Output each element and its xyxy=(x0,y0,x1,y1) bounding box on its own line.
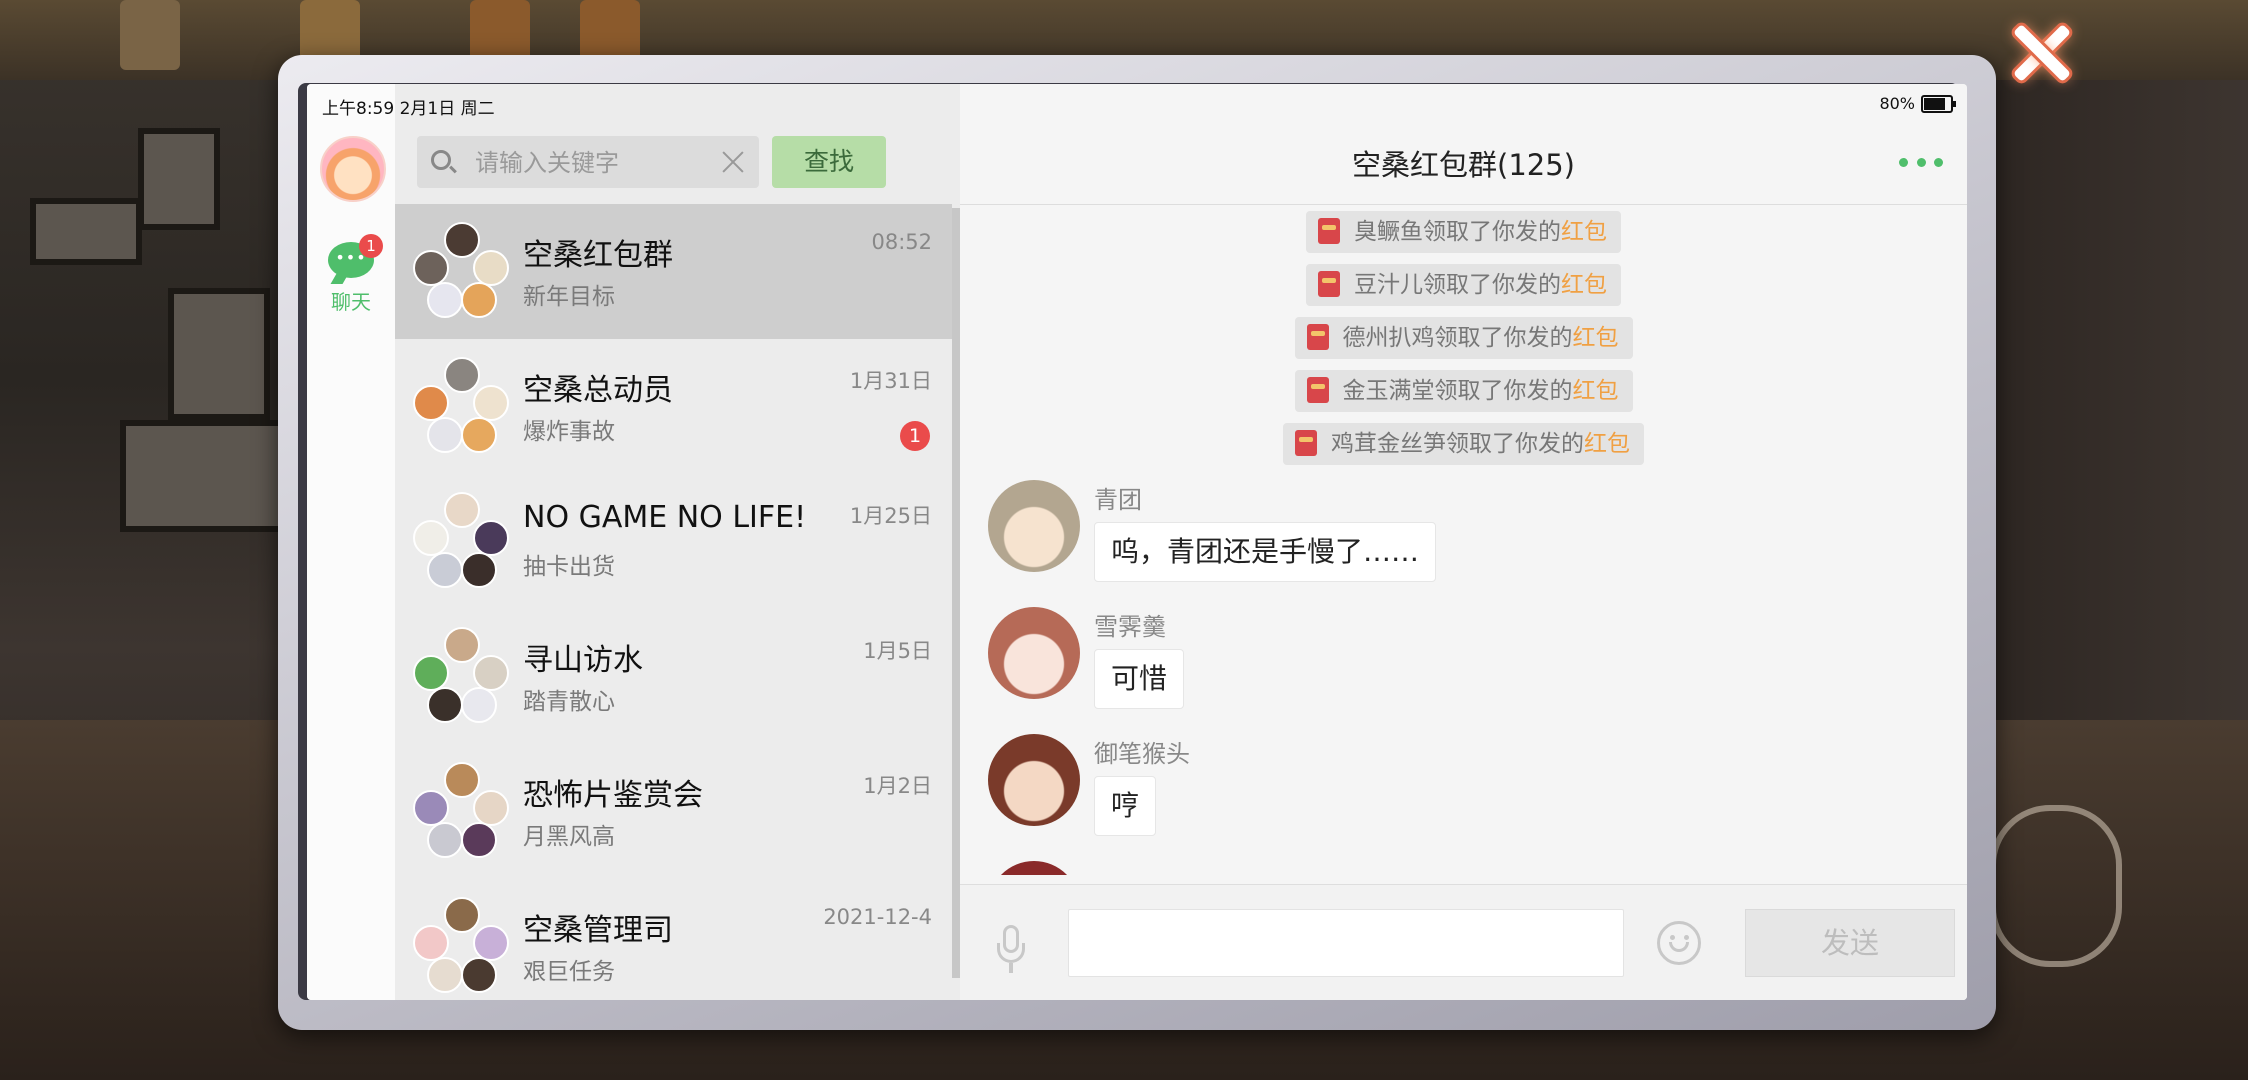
conversation-preview: 月黑风高 xyxy=(523,824,615,850)
battery-percent: 80% xyxy=(1879,94,1915,113)
chat-pane: 空桑红包群(125) 臭鳜鱼领取了你发的红包 豆汁儿领取了你发的红包 德州扒鸡领… xyxy=(960,84,1967,1000)
conversation-preview: 抽卡出货 xyxy=(523,554,615,580)
unread-badge: 1 xyxy=(359,234,383,258)
clear-icon[interactable] xyxy=(719,148,747,176)
emoji-icon[interactable] xyxy=(1657,921,1701,965)
system-message: 鸡茸金丝笋领取了你发的红包 xyxy=(1283,423,1644,465)
conversation-pane: 查找 空桑红包群 新年目标 08:52 xyxy=(395,84,960,1000)
group-avatar xyxy=(413,762,511,860)
message-bubble: 可惜 xyxy=(1094,649,1185,709)
sender-name: 御笔猴头 xyxy=(1094,740,1190,768)
avatar[interactable] xyxy=(988,734,1080,826)
conversation-name: 恐怖片鉴赏会 xyxy=(523,778,703,813)
sender-name: 雪霁羹 xyxy=(1094,613,1166,641)
conversation-name: 空桑总动员 xyxy=(523,373,673,408)
wall-picture xyxy=(30,198,142,265)
back-button[interactable] xyxy=(120,0,180,70)
search-box xyxy=(417,136,759,190)
red-packet-icon xyxy=(1295,429,1317,456)
sender-name: 青团 xyxy=(1094,486,1142,514)
send-button[interactable]: 发送 xyxy=(1745,909,1955,977)
system-message: 德州扒鸡领取了你发的红包 xyxy=(1294,317,1633,359)
search-icon xyxy=(431,150,451,170)
system-message: 豆汁儿领取了你发的红包 xyxy=(1306,264,1621,306)
nav-chat-label: 聊天 xyxy=(331,290,371,314)
tablet-screen: 1 聊天 查找 空桑红包群 新年目标 08:52 xyxy=(307,84,1967,1000)
group-avatar xyxy=(413,627,511,725)
conversation-item[interactable]: 空桑总动员 爆炸事故 1月31日 1 xyxy=(395,339,952,474)
system-message: 金玉满堂领取了你发的红包 xyxy=(1294,370,1633,412)
wall-picture xyxy=(120,420,292,532)
conversation-time: 1月25日 xyxy=(849,504,932,528)
status-time: 上午8:59 2月1日 周二 xyxy=(322,99,495,119)
list-scrollbar[interactable] xyxy=(952,208,960,978)
group-avatar xyxy=(413,897,511,995)
red-packet-icon xyxy=(1306,323,1329,350)
unread-badge: 1 xyxy=(900,421,930,451)
search-input[interactable] xyxy=(473,136,717,190)
conversation-list: 空桑红包群 新年目标 08:52 空桑总动员 爆炸事故 1月31日 1 NO G… xyxy=(395,204,960,1000)
nav-chat[interactable]: 1 聊天 xyxy=(321,234,383,314)
wall-picture xyxy=(138,128,220,230)
battery-status: 80% xyxy=(1879,94,1956,113)
conversation-preview: 爆炸事故 xyxy=(523,419,615,445)
conversation-time: 1月2日 xyxy=(863,774,932,798)
my-avatar[interactable] xyxy=(320,136,386,202)
battery-icon xyxy=(1921,94,1956,113)
input-bar: 发送 xyxy=(960,884,1967,1000)
side-mirror-button[interactable] xyxy=(1990,805,2122,967)
conversation-time: 08:52 xyxy=(871,230,932,254)
conversation-name: NO GAME NO LIFE! xyxy=(523,500,807,535)
conversation-item[interactable]: NO GAME NO LIFE! 抽卡出货 1月25日 xyxy=(395,474,952,609)
conversation-name: 寻山访水 xyxy=(523,643,643,678)
conversation-preview: 新年目标 xyxy=(523,284,615,310)
avatar[interactable] xyxy=(988,861,1080,875)
message-bubble: 呜，青团还是手慢了…… xyxy=(1094,522,1437,582)
conversation-item[interactable]: 空桑红包群 新年目标 08:52 xyxy=(395,204,952,339)
conversation-name: 空桑管理司 xyxy=(523,913,673,948)
group-avatar xyxy=(413,222,511,320)
conversation-time: 1月31日 xyxy=(849,369,932,393)
microphone-icon[interactable] xyxy=(995,925,1027,973)
avatar[interactable] xyxy=(988,607,1080,699)
chat-title: 空桑红包群(125) xyxy=(1352,148,1575,182)
red-packet-icon xyxy=(1318,217,1340,244)
system-message: 臭鳜鱼领取了你发的红包 xyxy=(1306,211,1621,253)
more-icon[interactable] xyxy=(1899,158,1943,170)
status-bar: 上午8:59 2月1日 周二 80% xyxy=(307,84,1967,124)
conversation-time: 1月5日 xyxy=(863,639,932,663)
wall-picture xyxy=(168,288,270,420)
search-button[interactable]: 查找 xyxy=(772,136,886,188)
message-list: 臭鳜鱼领取了你发的红包 豆汁儿领取了你发的红包 德州扒鸡领取了你发的红包 金玉满… xyxy=(960,205,1967,875)
group-avatar xyxy=(413,492,511,590)
conversation-item[interactable]: 空桑管理司 艰巨任务 2021-12-4 xyxy=(395,879,952,1000)
conversation-preview: 踏青散心 xyxy=(523,689,615,715)
conversation-item[interactable]: 寻山访水 踏青散心 1月5日 xyxy=(395,609,952,744)
nav-rail: 1 聊天 xyxy=(307,84,395,1000)
conversation-item[interactable]: 恐怖片鉴赏会 月黑风高 1月2日 xyxy=(395,744,952,879)
conversation-time: 2021-12-4 xyxy=(823,905,932,929)
red-packet-icon xyxy=(1318,270,1340,297)
conversation-preview: 艰巨任务 xyxy=(523,959,615,985)
message-input[interactable] xyxy=(1068,909,1624,977)
group-avatar xyxy=(413,357,511,455)
close-icon[interactable] xyxy=(2010,22,2072,84)
avatar[interactable] xyxy=(988,480,1080,572)
conversation-name: 空桑红包群 xyxy=(523,238,673,273)
red-packet-icon xyxy=(1306,376,1329,403)
message-bubble: 哼 xyxy=(1094,776,1157,836)
